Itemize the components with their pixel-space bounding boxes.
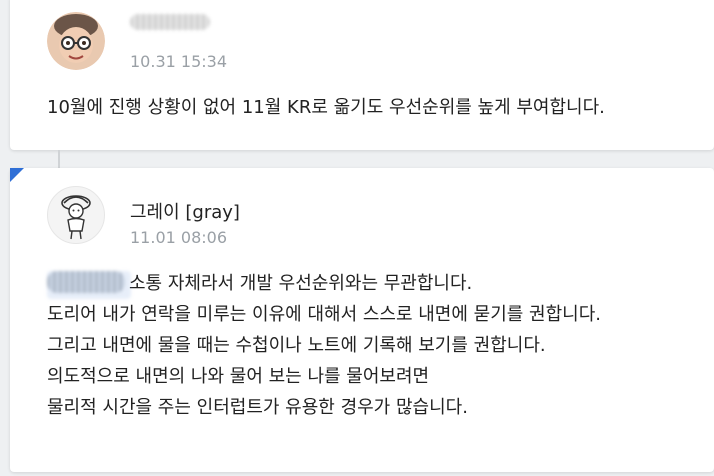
new-comment-flag-icon (10, 168, 24, 182)
comment-body: 10월에 진행 상황이 없어 11월 KR로 옮기도 우선순위를 높게 부여합니… (47, 92, 605, 123)
comment-line: 10월에 진행 상황이 없어 11월 KR로 옮기도 우선순위를 높게 부여합니… (47, 97, 605, 118)
redacted-mention[interactable] (47, 271, 131, 299)
comment-thread: 10.31 15:34 10월에 진행 상황이 없어 11월 KR로 옮기도 우… (0, 0, 714, 476)
comment-card-1: 10.31 15:34 10월에 진행 상황이 없어 11월 KR로 옮기도 우… (10, 0, 714, 150)
comment-line-text: 소통 자체라서 개발 우선순위와는 무관합니다. (129, 273, 473, 294)
comment-timestamp: 10.31 15:34 (130, 52, 227, 71)
memoji-avatar-icon[interactable] (47, 12, 105, 70)
comment-line: 그리고 내면에 물을 때는 수첩이나 노트에 기록해 보기를 권합니다. (47, 335, 546, 356)
comment-card-2: 그레이 [gray] 11.01 08:06 소통 자체라서 개발 우선순위와는… (10, 168, 714, 472)
comment-line: 도리어 내가 연락을 미루는 이유에 대해서 스스로 내면에 묻기를 권합니다. (47, 304, 602, 325)
sketch-avatar-icon[interactable] (47, 186, 105, 244)
comment-timestamp: 11.01 08:06 (130, 228, 227, 247)
comment-body: 소통 자체라서 개발 우선순위와는 무관합니다. 도리어 내가 연락을 미루는 … (47, 268, 601, 423)
thread-connector (58, 150, 60, 170)
redacted-author-name (130, 14, 210, 30)
comment-line: 소통 자체라서 개발 우선순위와는 무관합니다. (47, 268, 601, 299)
comment-author[interactable]: 그레이 [gray] (130, 198, 240, 224)
comment-line: 의도적으로 내면의 나와 물어 보는 나를 물어보려면 (47, 366, 430, 387)
comment-line: 물리적 시간을 주는 인터럽트가 유용한 경우가 많습니다. (47, 397, 468, 418)
comment-author-redacted (130, 14, 210, 35)
